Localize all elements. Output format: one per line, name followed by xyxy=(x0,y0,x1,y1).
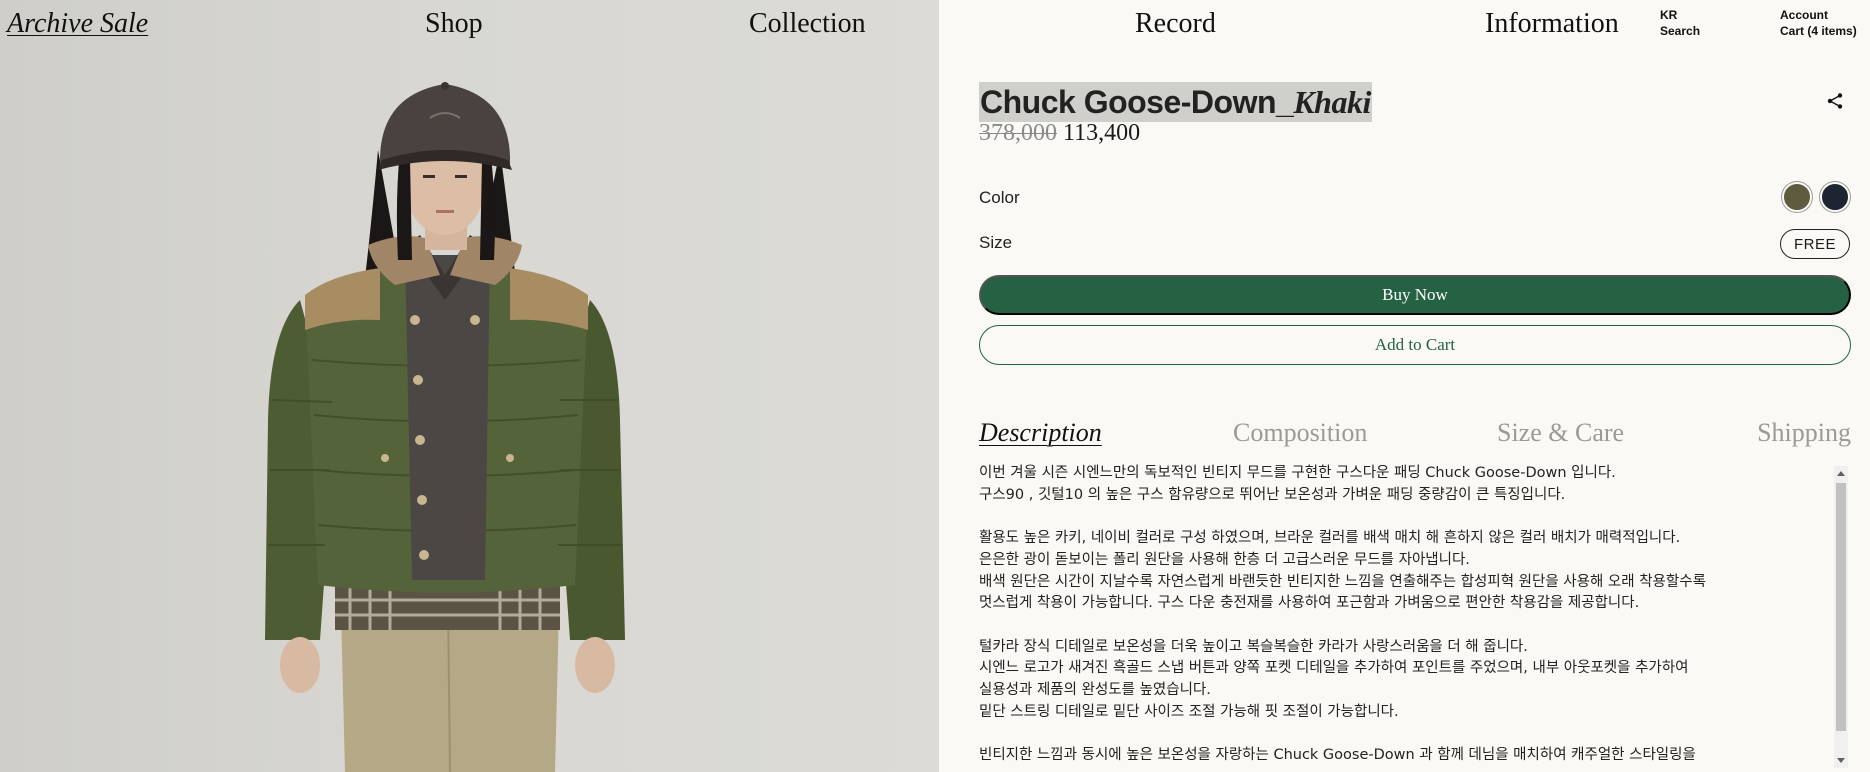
swatch-navy[interactable] xyxy=(1820,182,1850,212)
description-spacer xyxy=(979,506,1834,528)
cart-link[interactable]: Cart (4 items) xyxy=(1780,23,1857,39)
description-line: 멋스럽게 착용이 가능합니다. 구스 다운 충전재를 사용하여 포근함과 가벼움… xyxy=(979,595,1640,612)
description-text: 이번 겨울 시즌 시엔느만의 독보적인 빈티지 무드를 구현한 구스다운 패딩 … xyxy=(979,463,1834,772)
scroll-thumb[interactable] xyxy=(1836,483,1846,731)
description-line: 구스90 , 깃털10 의 높은 구스 함유량으로 뛰어난 보온성과 가벼운 패… xyxy=(979,486,1566,503)
nav-collection[interactable]: Collection xyxy=(749,8,866,40)
size-label: Size xyxy=(979,233,1013,252)
description-spacer xyxy=(979,723,1834,745)
swatch-khaki[interactable] xyxy=(1782,182,1812,212)
account-link[interactable]: Account xyxy=(1780,7,1828,23)
description-line: 이번 겨울 시즌 시엔느만의 독보적인 빈티지 무드를 구현한 구스다운 패딩 … xyxy=(979,465,1616,481)
description-line: 은은한 광이 돋보이는 폴리 원단을 사용해 한층 더 고급스러운 무드를 자아… xyxy=(979,551,1470,568)
description-line: 빈티지한 느낌과 동시에 높은 보온성을 자랑하는 Chuck Goose-Do… xyxy=(979,747,1696,764)
color-label: Color xyxy=(979,188,1020,207)
original-price: 378,000 xyxy=(979,120,1057,146)
buy-now-button[interactable]: Buy Now xyxy=(979,275,1851,315)
product-variant: Khaki xyxy=(1293,84,1371,120)
scroll-down-arrow-icon[interactable] xyxy=(1834,754,1848,768)
nav-shop[interactable]: Shop xyxy=(425,8,483,40)
add-to-cart-button[interactable]: Add to Cart xyxy=(979,325,1851,365)
sale-price: 113,400 xyxy=(1063,120,1141,146)
size-option-free[interactable]: FREE xyxy=(1780,229,1850,259)
product-photo xyxy=(0,0,939,772)
language-toggle[interactable]: KR xyxy=(1660,7,1677,23)
model-illustration xyxy=(265,82,625,772)
info-tabs: Description Composition Size & Care Ship… xyxy=(979,418,1851,452)
description-scrollbar[interactable] xyxy=(1834,466,1848,768)
scroll-up-arrow-icon[interactable] xyxy=(1834,466,1848,480)
search-link[interactable]: Search xyxy=(1660,23,1700,39)
nav-archive-sale[interactable]: Archive Sale xyxy=(7,8,148,40)
description-line: 활용도 높은 카키, 네이비 컬러로 구성 하였으며, 브라운 컬러를 배색 매… xyxy=(979,530,1681,547)
top-nav: Archive Sale Shop Collection Record Info… xyxy=(0,0,1870,52)
description-line: 밑단 스트링 디테일로 밑단 사이즈 조절 가능해 핏 조절이 가능합니다. xyxy=(979,703,1399,720)
nav-information[interactable]: Information xyxy=(1485,8,1619,40)
description-line: 실용성과 제품의 완성도를 높였습니다. xyxy=(979,682,1211,698)
product-name: Chuck Goose-Down_ xyxy=(980,84,1294,120)
description-line: 털카라 장식 디테일로 보온성을 더욱 높이고 복슬복슬한 카라가 사랑스러움을… xyxy=(979,638,1528,655)
nav-record[interactable]: Record xyxy=(1135,8,1216,40)
price: 378,000 113,400 xyxy=(979,120,1140,147)
description-line: 배색 원단은 시간이 지날수록 자연스럽게 바랜듯한 빈티지한 느낌을 연출해주… xyxy=(979,573,1706,590)
tab-description[interactable]: Description xyxy=(979,418,1102,448)
product-title: Chuck Goose-Down_Khaki xyxy=(979,82,1372,122)
description-spacer xyxy=(979,615,1834,637)
description-line: 시엔느 로고가 새겨진 흑골드 스냅 버튼과 양쪽 포켓 디테일을 추가하여 포… xyxy=(979,660,1689,677)
tab-shipping[interactable]: Shipping xyxy=(1757,418,1851,448)
tab-size-care[interactable]: Size & Care xyxy=(1497,418,1624,448)
share-icon[interactable] xyxy=(1826,92,1844,110)
tab-composition[interactable]: Composition xyxy=(1233,418,1367,448)
